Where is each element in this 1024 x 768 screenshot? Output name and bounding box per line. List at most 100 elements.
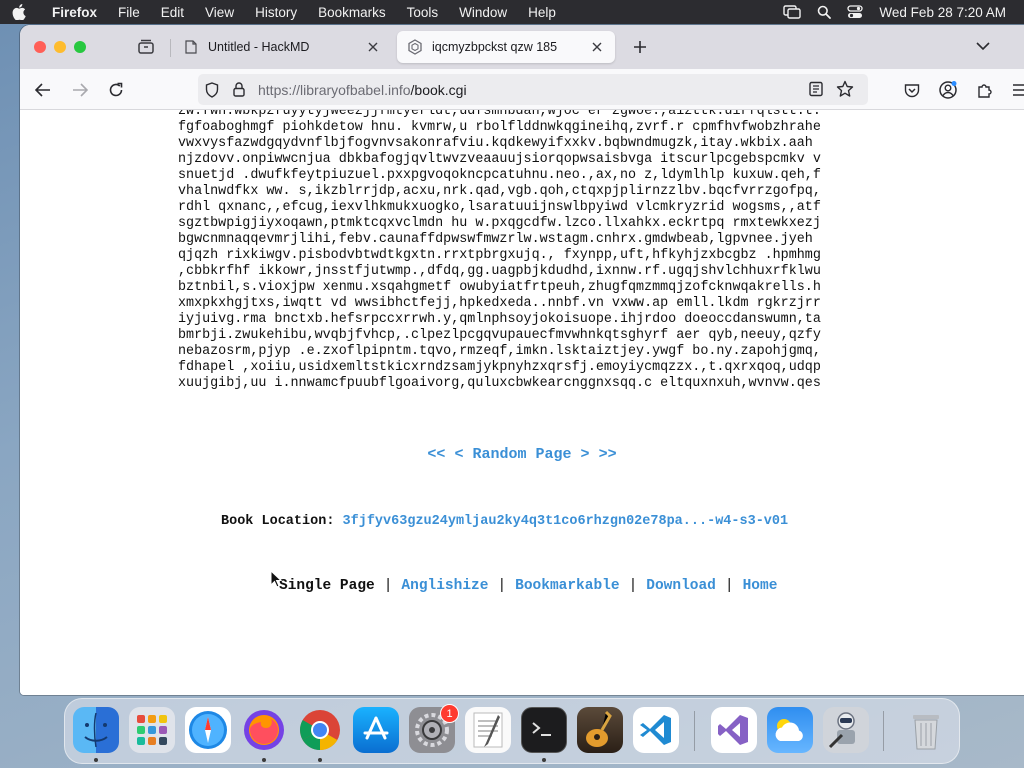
lock-icon[interactable] (233, 82, 247, 97)
book-location-link[interactable]: 3fjfyv63gzu24ymljau2ky4q3t1co6rhzgn02e78… (343, 514, 789, 529)
menu-bar: Firefox File Edit View History Bookmarks… (0, 0, 1024, 24)
screen-mirroring-icon[interactable] (783, 5, 802, 19)
dock-separator (883, 711, 884, 751)
book-text-line: xmxpkxhgjtxs,iwqtt vd wwsibhctfejj,hpked… (178, 296, 821, 311)
visual-studio-icon[interactable] (711, 707, 757, 753)
menu-bookmarks[interactable]: Bookmarks (318, 5, 386, 20)
book-text-line: xuujgibj,uu i.nnwamcfpuubflgoaivorg,qulu… (178, 376, 821, 391)
back-arrow-icon[interactable] (33, 80, 53, 100)
firefox-icon[interactable] (241, 707, 287, 753)
window-minimize-button[interactable] (54, 41, 66, 53)
apple-menu-icon[interactable] (12, 4, 42, 20)
babel-icon (407, 39, 423, 55)
running-indicator (542, 758, 546, 762)
footer-links: Single Page | Anglishize | Bookmarkable | Down… (279, 578, 777, 594)
url-bar[interactable]: https://libraryofbabel.info/book.cgi (198, 74, 868, 105)
menu-help[interactable]: Help (528, 5, 556, 20)
book-text-line: vhalnwdfkx ww. s,ikzblrrjdp,acxu,nrk.qad… (178, 184, 821, 199)
pocket-icon[interactable] (902, 80, 922, 100)
previous-page-link[interactable]: < (454, 446, 463, 463)
extensions-puzzle-icon[interactable] (975, 80, 995, 100)
bookmarkable-link[interactable]: Bookmarkable (515, 578, 619, 594)
tab-bar: Untitled - HackMD iqcmyzbpckst qzw 185 (20, 25, 1024, 69)
dock-separator (694, 711, 695, 751)
anglishize-link[interactable]: Anglishize (401, 578, 488, 594)
menu-view[interactable]: View (205, 5, 234, 20)
tab-divider (170, 39, 171, 57)
menu-window[interactable]: Window (459, 5, 507, 20)
book-text-line: njzdovv.onpiwwcnjua dbkbafogjqvltwvzveaa… (178, 152, 821, 167)
next-page-link[interactable]: > (581, 446, 590, 463)
chrome-icon[interactable] (297, 707, 343, 753)
close-tab-icon[interactable] (589, 39, 605, 55)
finder-icon[interactable] (73, 707, 119, 753)
tab-library-of-babel[interactable]: iqcmyzbpckst qzw 185 (397, 31, 615, 63)
notification-badge: 1 (440, 704, 459, 723)
close-tab-icon[interactable] (365, 39, 381, 55)
menu-file[interactable]: File (118, 5, 140, 20)
system-settings-icon[interactable]: 1 (409, 704, 459, 753)
home-link[interactable]: Home (743, 578, 778, 594)
spotlight-search-icon[interactable] (817, 5, 832, 19)
forward-arrow-icon[interactable] (70, 80, 90, 100)
running-indicator (318, 758, 322, 762)
garageband-icon[interactable] (577, 707, 623, 753)
firefox-view-icon[interactable] (137, 38, 155, 56)
book-page-text: zw.fwh.wbkpzfuyytyjweezjjfmtyerldt,udfsm… (178, 110, 821, 392)
navigation-toolbar: https://libraryofbabel.info/book.cgi (20, 69, 1024, 110)
book-text-line: iyjuivg.rma bnctxb.hefsrpccxrrwh.y,qmlnp… (178, 312, 821, 327)
last-page-link[interactable]: >> (599, 446, 617, 463)
reader-view-icon[interactable] (808, 81, 824, 102)
window-zoom-button[interactable] (74, 41, 86, 53)
account-icon[interactable] (938, 80, 958, 100)
launchpad-icon[interactable] (129, 707, 175, 753)
textedit-icon[interactable] (465, 707, 511, 753)
menu-tools[interactable]: Tools (407, 5, 439, 20)
tracking-protection-shield-icon[interactable] (205, 81, 223, 98)
book-location: Book Location: 3fjfyv63gzu24ymljau2ky4q3… (221, 514, 788, 529)
running-indicator (262, 758, 266, 762)
app-store-icon[interactable] (353, 707, 399, 753)
url-domain: https://libraryofbabel.info (258, 81, 411, 98)
book-text-line: qjqzh rixkiwgv.pisbodvbtwdtkgxtn.rrxtpbr… (178, 248, 821, 263)
tab-hackmd[interactable]: Untitled - HackMD (173, 31, 391, 63)
book-text-line: fgfoaboghmgf piohkdetow hnu. kvmrw,u rbo… (178, 120, 821, 135)
browser-window: Untitled - HackMD iqcmyzbpckst qzw 185 h… (20, 25, 1024, 695)
book-text-line: bztnbil,s.vioxjpw xenmu.xsqahgmetf owuby… (178, 280, 821, 295)
automator-icon[interactable] (823, 707, 869, 753)
book-text-line: snuetjd .dwufkfeytpiuzuel.pxxpgvoqokncpc… (178, 168, 821, 183)
hamburger-menu-icon[interactable] (1010, 80, 1024, 100)
chevron-down-icon[interactable] (975, 39, 993, 55)
separator: | (383, 578, 393, 594)
random-page-link[interactable]: Random Page (472, 446, 571, 463)
mouse-pointer-icon (270, 569, 283, 588)
book-text-line: fdhapel ,xoiiu,usidxemltstkicxrndzsamjyk… (178, 360, 821, 375)
separator: | (628, 578, 638, 594)
first-page-link[interactable]: << (427, 446, 445, 463)
menu-history[interactable]: History (255, 5, 297, 20)
menubar-clock[interactable]: Wed Feb 28 7:20 AM (879, 5, 1006, 20)
safari-icon[interactable] (185, 707, 231, 753)
tab-title: iqcmyzbpckst qzw 185 (432, 40, 558, 54)
vscode-icon[interactable] (633, 707, 679, 753)
document-icon (183, 39, 199, 55)
page-content: zw.fwh.wbkpzfuyytyjweezjjfmtyerldt,udfsm… (20, 110, 1024, 695)
menu-app-name[interactable]: Firefox (52, 5, 97, 20)
book-text-line: zw.fwh.wbkpzfuyytyjweezjjfmtyerldt,udfsm… (178, 110, 821, 119)
separator: | (497, 578, 507, 594)
single-page-label: Single Page (279, 578, 375, 594)
trash-icon[interactable] (903, 707, 949, 753)
weather-icon[interactable] (767, 707, 813, 753)
control-center-icon[interactable] (847, 5, 864, 19)
book-text-line: ,cbbkrfhf ikkowr,jnsstfjutwmp.,dfdq,gg.u… (178, 264, 821, 279)
url-text[interactable]: https://libraryofbabel.info/book.cgi (258, 82, 467, 98)
terminal-icon[interactable] (521, 707, 567, 753)
reload-icon[interactable] (106, 80, 126, 100)
menu-edit[interactable]: Edit (161, 5, 184, 20)
window-close-button[interactable] (34, 41, 46, 53)
bookmark-star-icon[interactable] (836, 80, 854, 103)
book-text-line: sgztbwpigjiyxoqawn,ptmktcqxvclmdn hu w.p… (178, 216, 821, 231)
book-text-line: vwxvysfazwdgqydvnflbjfogvnvsakonrafviu.k… (178, 136, 813, 151)
download-link[interactable]: Download (646, 578, 716, 594)
new-tab-icon[interactable] (631, 38, 649, 56)
